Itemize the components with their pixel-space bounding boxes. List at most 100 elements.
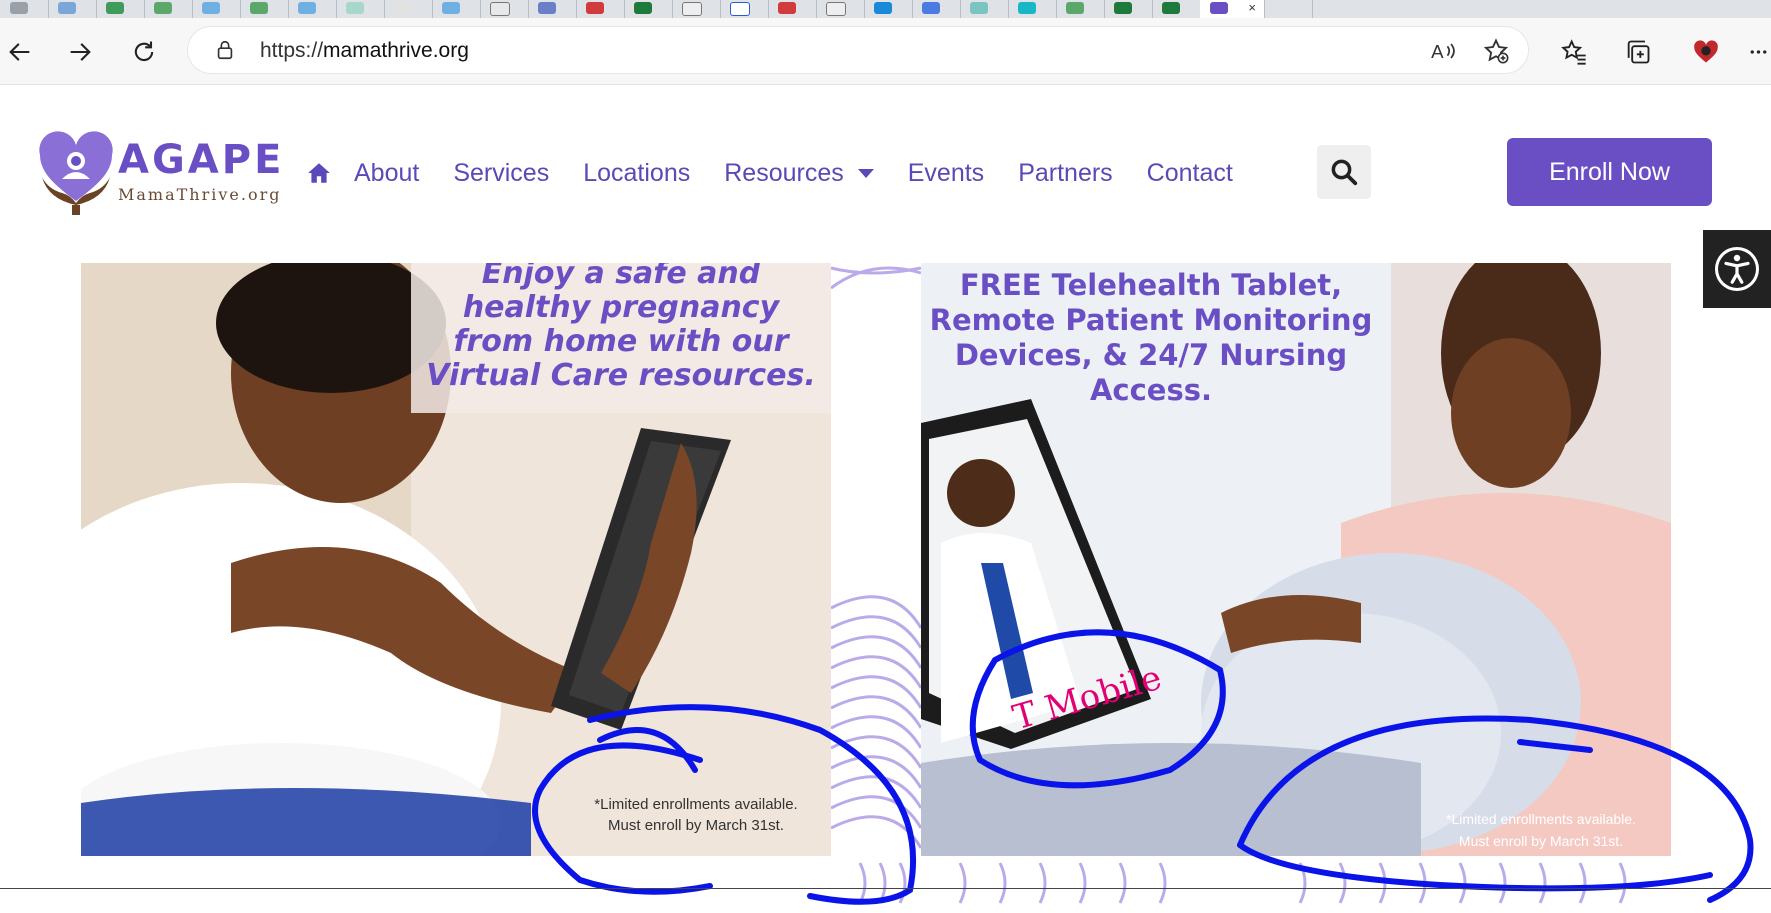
search-button[interactable] [1317,145,1371,199]
url-host: mamathrive.org [323,39,469,62]
heart-hands-logo-icon [39,131,113,215]
nav-item-partners[interactable]: Partners [1018,159,1112,188]
browser-tab[interactable] [1152,0,1201,18]
nav-item-resources[interactable]: Resources [724,159,874,188]
browser-tab[interactable] [384,0,433,18]
nav-item-events[interactable]: Events [908,159,984,188]
browser-tab[interactable] [96,0,145,18]
url-text[interactable]: https://mamathrive.org [260,39,469,63]
tab-favicon-icon [1210,2,1228,14]
tab-favicon-icon [490,2,510,16]
read-aloud-icon[interactable]: A [1430,37,1458,65]
profile-avatar-icon [1694,40,1718,63]
browser-tab[interactable] [912,0,961,18]
more-dots-icon [1750,50,1767,54]
tab-favicon-icon [970,2,988,14]
forward-button[interactable] [60,32,100,72]
browser-tab[interactable] [960,0,1009,18]
telehealth-fine-print: *Limited enrollments available. Must enr… [1411,808,1671,852]
tab-favicon-icon [826,2,846,16]
profile-button[interactable] [1686,32,1726,72]
brand-name: AGAPE [118,137,285,183]
accessibility-button[interactable] [1703,230,1771,308]
refresh-button[interactable] [124,32,164,72]
tab-favicon-icon [298,2,316,14]
fine-print-line-1: *Limited enrollments available. [594,796,798,813]
nav-item-locations[interactable]: Locations [583,159,690,188]
browser-tab[interactable] [432,0,481,18]
promo-banner: Enjoy a safe and healthy pregnancy from … [0,263,1771,913]
browser-tab[interactable] [336,0,385,18]
tab-favicon-icon [58,2,76,14]
close-tab-icon[interactable]: × [1248,0,1256,15]
section-divider [0,888,1771,889]
browser-tab-active[interactable]: × [1200,0,1265,18]
tab-favicon-icon [922,2,940,14]
tab-favicon-icon [106,2,124,14]
browser-tab[interactable] [624,0,673,18]
browser-tab[interactable] [528,0,577,18]
fine-print-line-2: Must enroll by March 31st. [1458,833,1624,849]
favorites-button[interactable] [1554,32,1594,72]
browser-tab[interactable] [144,0,193,18]
tab-favicon-icon [778,2,796,14]
tab-favicon-icon [154,2,172,14]
browser-tab[interactable] [672,0,721,18]
fine-print-line-2: Must enroll by March 31st. [608,817,784,834]
virtual-care-card[interactable]: Enjoy a safe and healthy pregnancy from … [81,263,831,856]
browser-tab[interactable] [720,0,769,18]
tab-favicon-icon [1018,2,1036,14]
add-favorite-icon[interactable] [1482,37,1510,65]
tab-favicon-icon [634,2,652,14]
virtual-care-fine-print: *Limited enrollments available. Must enr… [561,794,831,836]
arrow-left-icon [9,43,30,61]
tab-favicon-icon [10,2,28,14]
browser-tab[interactable] [48,0,97,18]
new-tab-button[interactable] [1264,0,1313,18]
tab-favicon-icon [586,2,604,14]
tab-favicon-icon [250,2,268,14]
telehealth-headline: FREE Telehealth Tablet, Remote Patient M… [929,268,1373,407]
tab-favicon-icon [538,2,556,14]
fine-print-line-1: *Limited enrollments available. [1446,811,1636,827]
accessibility-icon [1715,247,1759,291]
nav-item-services[interactable]: Services [453,159,549,188]
browser-tab[interactable] [1104,0,1153,18]
tab-favicon-icon [202,2,220,14]
collections-button[interactable] [1618,32,1658,72]
refresh-icon [134,41,154,62]
telehealth-card[interactable]: FREE Telehealth Tablet, Remote Patient M… [921,263,1671,856]
tab-favicon-icon [874,2,892,14]
home-icon[interactable] [306,160,332,186]
browser-tab[interactable] [768,0,817,18]
browser-tab[interactable] [192,0,241,18]
browser-tab-strip: × [0,0,1771,18]
nav-item-about[interactable]: About [354,159,419,188]
browser-toolbar: https://mamathrive.org A [0,18,1771,85]
browser-tab[interactable] [816,0,865,18]
main-nav: About Services Locations Resources Event… [306,153,1267,193]
browser-tab[interactable] [0,0,49,18]
tab-favicon-icon [346,2,364,14]
url-scheme: https:// [260,39,324,62]
site-logo[interactable]: AGAPE MamaThrive.org [36,131,281,221]
browser-tab[interactable] [288,0,337,18]
browser-tab[interactable] [1008,0,1057,18]
browser-tab[interactable] [480,0,529,18]
browser-tab[interactable] [864,0,913,18]
brand-tagline: MamaThrive.org [118,185,282,204]
nav-item-resources-label: Resources [724,158,844,187]
address-bar[interactable]: https://mamathrive.org A [188,27,1528,73]
enroll-now-button[interactable]: Enroll Now [1507,138,1712,206]
tab-favicon-icon [1114,2,1132,14]
nav-item-contact[interactable]: Contact [1147,159,1233,188]
browser-tab[interactable] [240,0,289,18]
tab-favicon-icon [1162,2,1180,14]
browser-tab[interactable] [1056,0,1105,18]
tab-favicon-icon [394,2,412,14]
more-button[interactable] [1746,32,1771,72]
browser-tab[interactable] [576,0,625,18]
tab-favicon-icon [442,2,460,14]
back-button[interactable] [0,32,40,72]
arrow-right-icon [70,43,91,61]
